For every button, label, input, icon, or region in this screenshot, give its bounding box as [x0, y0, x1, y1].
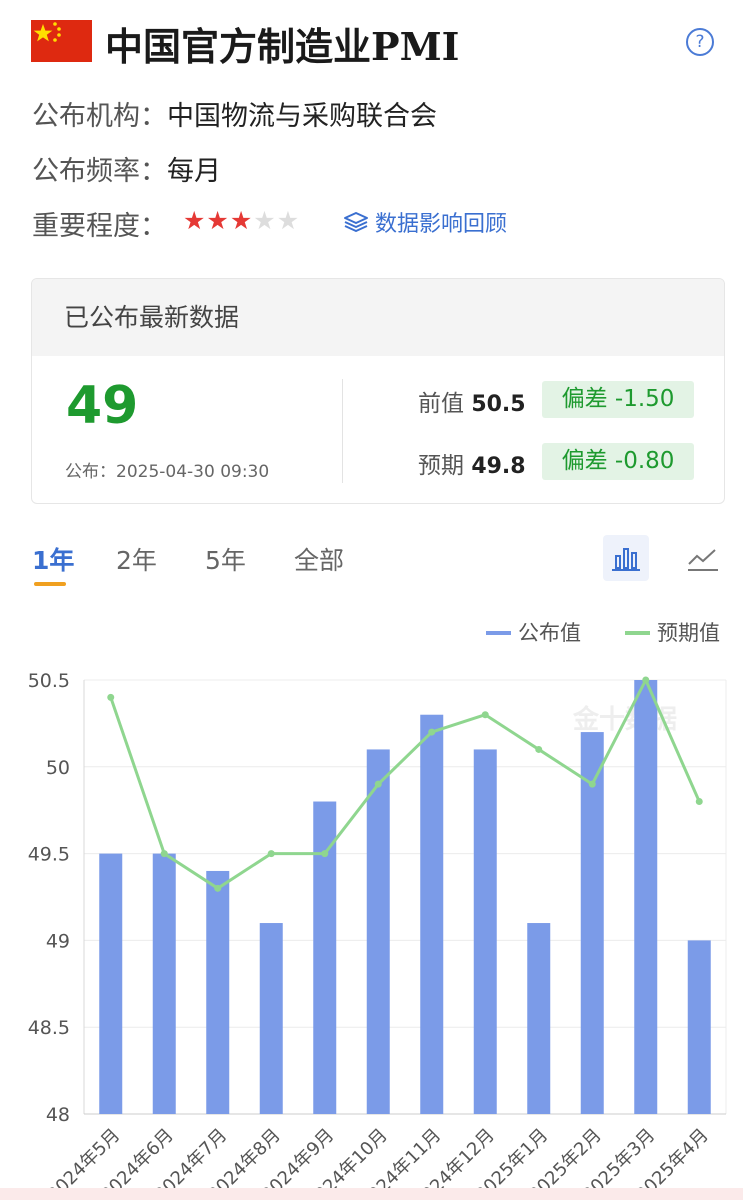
bar-view-button[interactable]	[603, 535, 649, 581]
publisher-row: 公布机构：中国物流与采购联合会	[32, 94, 437, 133]
forecast-point	[107, 693, 115, 701]
star-empty-icon: ★	[253, 206, 276, 235]
forecast-point	[160, 850, 168, 858]
bar-series	[99, 680, 711, 1114]
forecast-point	[267, 850, 275, 858]
y-tick-label: 50	[46, 757, 70, 779]
forecast-point	[642, 676, 650, 684]
bar-actual	[634, 680, 658, 1114]
previous-label: 前值	[418, 391, 464, 417]
tab-all[interactable]: 全部	[294, 541, 344, 577]
frequency-row: 公布频率：每月	[32, 149, 221, 188]
bottom-band	[0, 1188, 743, 1200]
importance-label: 重要程度：	[32, 211, 167, 242]
tab-2-years[interactable]: 2年	[116, 541, 157, 577]
card-heading: 已公布最新数据	[32, 279, 724, 356]
forecast-point	[428, 728, 436, 736]
y-tick-label: 50.5	[28, 670, 70, 692]
help-icon[interactable]: ?	[686, 28, 714, 56]
impact-review-label: 数据影响回顾	[375, 212, 508, 237]
forecast-point	[321, 850, 329, 858]
importance-stars: ★ ★ ★ ★ ★	[183, 206, 299, 236]
legend-forecast-label: 预期值	[657, 621, 720, 645]
forecast-point	[214, 884, 222, 892]
pmi-chart: 公布值 预期值 50.55049.54948.548 金十数据 2024年5月2…	[28, 621, 727, 1190]
page-title: 中国官方制造业PMI	[105, 24, 460, 69]
star-filled-icon: ★	[229, 206, 253, 235]
latest-data-card: 已公布最新数据 49 公布：2025-04-30 09:30 前值 50.5 偏…	[31, 278, 725, 504]
card-divider	[342, 379, 343, 483]
forecast-point	[374, 780, 382, 788]
previous-deviation-badge: 偏差 -1.50	[542, 381, 694, 418]
china-flag-icon	[31, 20, 92, 62]
tab-5-years[interactable]: 5年	[205, 541, 246, 577]
frequency-label: 公布频率：	[32, 156, 167, 187]
y-axis: 50.5 50 49.5 49 48.5 48	[28, 670, 70, 1126]
bar-chart-icon	[612, 548, 640, 571]
star-filled-icon: ★	[183, 206, 206, 235]
bar-actual	[259, 923, 283, 1114]
legend-actual-label: 公布值	[518, 621, 581, 645]
actual-value: 49	[66, 376, 139, 436]
bar-actual	[99, 853, 123, 1114]
layers-icon	[344, 212, 368, 232]
published-time: 公布：2025-04-30 09:30	[65, 462, 270, 482]
forecast-row: 预期 49.8	[418, 446, 526, 480]
bar-actual	[313, 801, 337, 1114]
line-chart-icon	[688, 549, 718, 571]
forecast-value: 49.8	[471, 454, 526, 479]
x-axis: 2024年5月2024年6月2024年7月2024年8月2024年9月2024年…	[43, 1125, 712, 1190]
bar-actual	[206, 870, 230, 1114]
previous-row: 前值 50.5	[418, 384, 526, 418]
importance-row: 重要程度：	[32, 204, 167, 243]
active-tab-indicator	[34, 582, 66, 586]
bar-actual	[687, 940, 711, 1114]
star-filled-icon: ★	[206, 206, 229, 235]
bar-actual	[473, 749, 497, 1114]
forecast-point	[695, 798, 703, 806]
publisher-label: 公布机构：	[32, 101, 167, 132]
previous-value: 50.5	[471, 392, 526, 417]
bar-actual	[580, 732, 604, 1114]
bar-actual	[527, 923, 551, 1114]
publisher-value: 中国物流与采购联合会	[167, 101, 437, 132]
impact-review-link[interactable]: 数据影响回顾	[343, 206, 507, 238]
bar-actual	[152, 853, 176, 1114]
y-tick-label: 49.5	[28, 844, 70, 866]
forecast-deviation-badge: 偏差 -0.80	[542, 443, 694, 480]
forecast-point	[481, 711, 489, 719]
line-view-button[interactable]	[680, 535, 726, 581]
chart-grid	[83, 679, 727, 1115]
y-tick-label: 48.5	[28, 1017, 70, 1039]
bar-actual	[366, 749, 390, 1114]
star-empty-icon: ★	[276, 206, 300, 235]
tab-1-year[interactable]: 1年	[32, 541, 74, 577]
forecast-label: 预期	[418, 453, 464, 479]
forecast-point	[588, 780, 596, 788]
y-tick-label: 49	[46, 930, 70, 952]
forecast-point	[535, 745, 543, 753]
frequency-value: 每月	[167, 156, 221, 187]
legend: 公布值 预期值	[486, 621, 720, 645]
y-tick-label: 48	[46, 1104, 70, 1126]
bar-actual	[420, 714, 444, 1114]
